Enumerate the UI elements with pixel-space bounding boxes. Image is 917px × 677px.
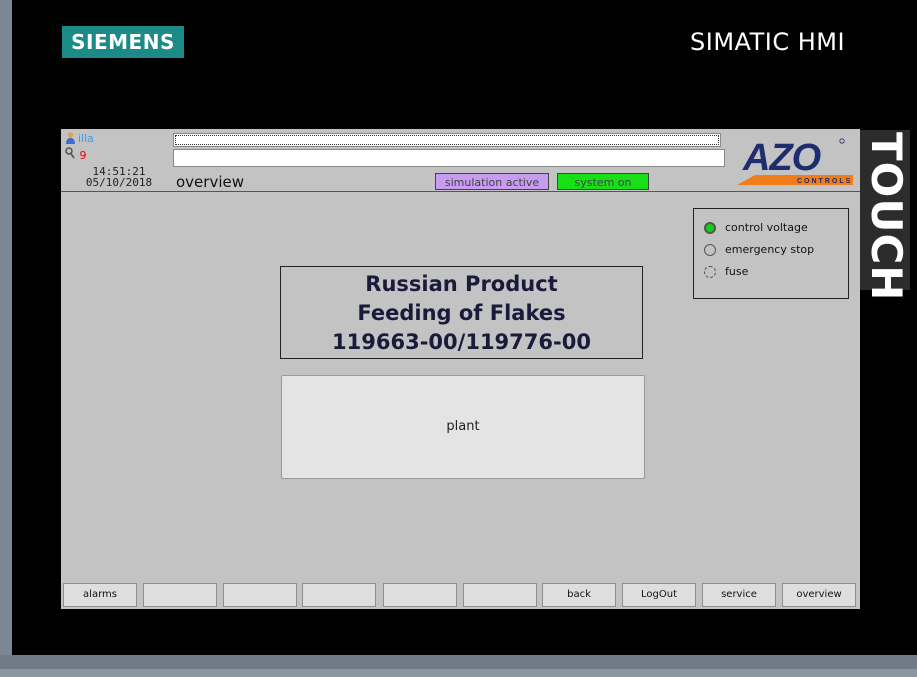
status-label: emergency stop [725, 243, 815, 256]
status-emergency-stop: emergency stop [704, 242, 814, 258]
project-title-line2: Feeding of Flakes [357, 301, 566, 325]
status-control-voltage: control voltage [704, 220, 808, 236]
status-panel: control voltage emergency stop fuse [693, 208, 849, 299]
touch-label: TOUCH [862, 132, 911, 302]
status-fuse: fuse [704, 264, 748, 280]
function-key-6[interactable] [463, 583, 537, 607]
panel-base [0, 655, 917, 677]
system-on-badge: system on [557, 173, 649, 190]
alarm-line[interactable] [173, 133, 721, 147]
project-number: 119663-00/119776-00 [332, 330, 591, 354]
function-key-5[interactable] [383, 583, 457, 607]
clock-date: 05/10/2018 [85, 176, 153, 189]
siemens-logo: SIEMENS [62, 26, 184, 58]
service-button[interactable]: service [702, 583, 776, 607]
screen-title: overview [176, 173, 244, 191]
azo-controls-logo: AZO CONTROLS [737, 133, 853, 185]
off-indicator-icon [704, 244, 716, 256]
green-indicator-icon [704, 222, 716, 234]
status-label: fuse [725, 265, 749, 278]
user-info: illa [65, 132, 94, 146]
off-indicator-icon [704, 266, 716, 278]
plant-button[interactable]: plant [281, 375, 645, 479]
key-icon [65, 147, 80, 162]
simulation-badge: simulation active [435, 173, 549, 190]
function-key-3[interactable] [223, 583, 297, 607]
status-label: control voltage [725, 221, 808, 234]
user-level: 9 [65, 147, 87, 162]
user-level-value: 9 [79, 149, 87, 162]
function-key-4[interactable] [302, 583, 376, 607]
simatic-hmi-label: SIMATIC HMI [690, 28, 846, 56]
clock: 14:51:21 05/10/2018 [77, 166, 161, 188]
back-button[interactable]: back [542, 583, 616, 607]
function-key-bar: alarms back LogOut service overview [61, 580, 860, 609]
project-title-line1: Russian Product [365, 272, 558, 296]
user-icon [65, 132, 76, 144]
hmi-screen: illa 9 14:51:21 05/10/2018 overview simu… [61, 129, 860, 609]
azo-logo-name: AZO [742, 137, 821, 179]
logout-button[interactable]: LogOut [622, 583, 696, 607]
user-name: illa [78, 132, 94, 145]
azo-logo-tagline: CONTROLS [797, 178, 852, 185]
function-key-2[interactable] [143, 583, 217, 607]
message-line[interactable] [173, 149, 725, 167]
header-bar: illa 9 14:51:21 05/10/2018 overview simu… [61, 129, 860, 192]
alarms-button[interactable]: alarms [63, 583, 137, 607]
project-title-box: Russian Product Feeding of Flakes 119663… [280, 266, 643, 359]
overview-button[interactable]: overview [782, 583, 856, 607]
